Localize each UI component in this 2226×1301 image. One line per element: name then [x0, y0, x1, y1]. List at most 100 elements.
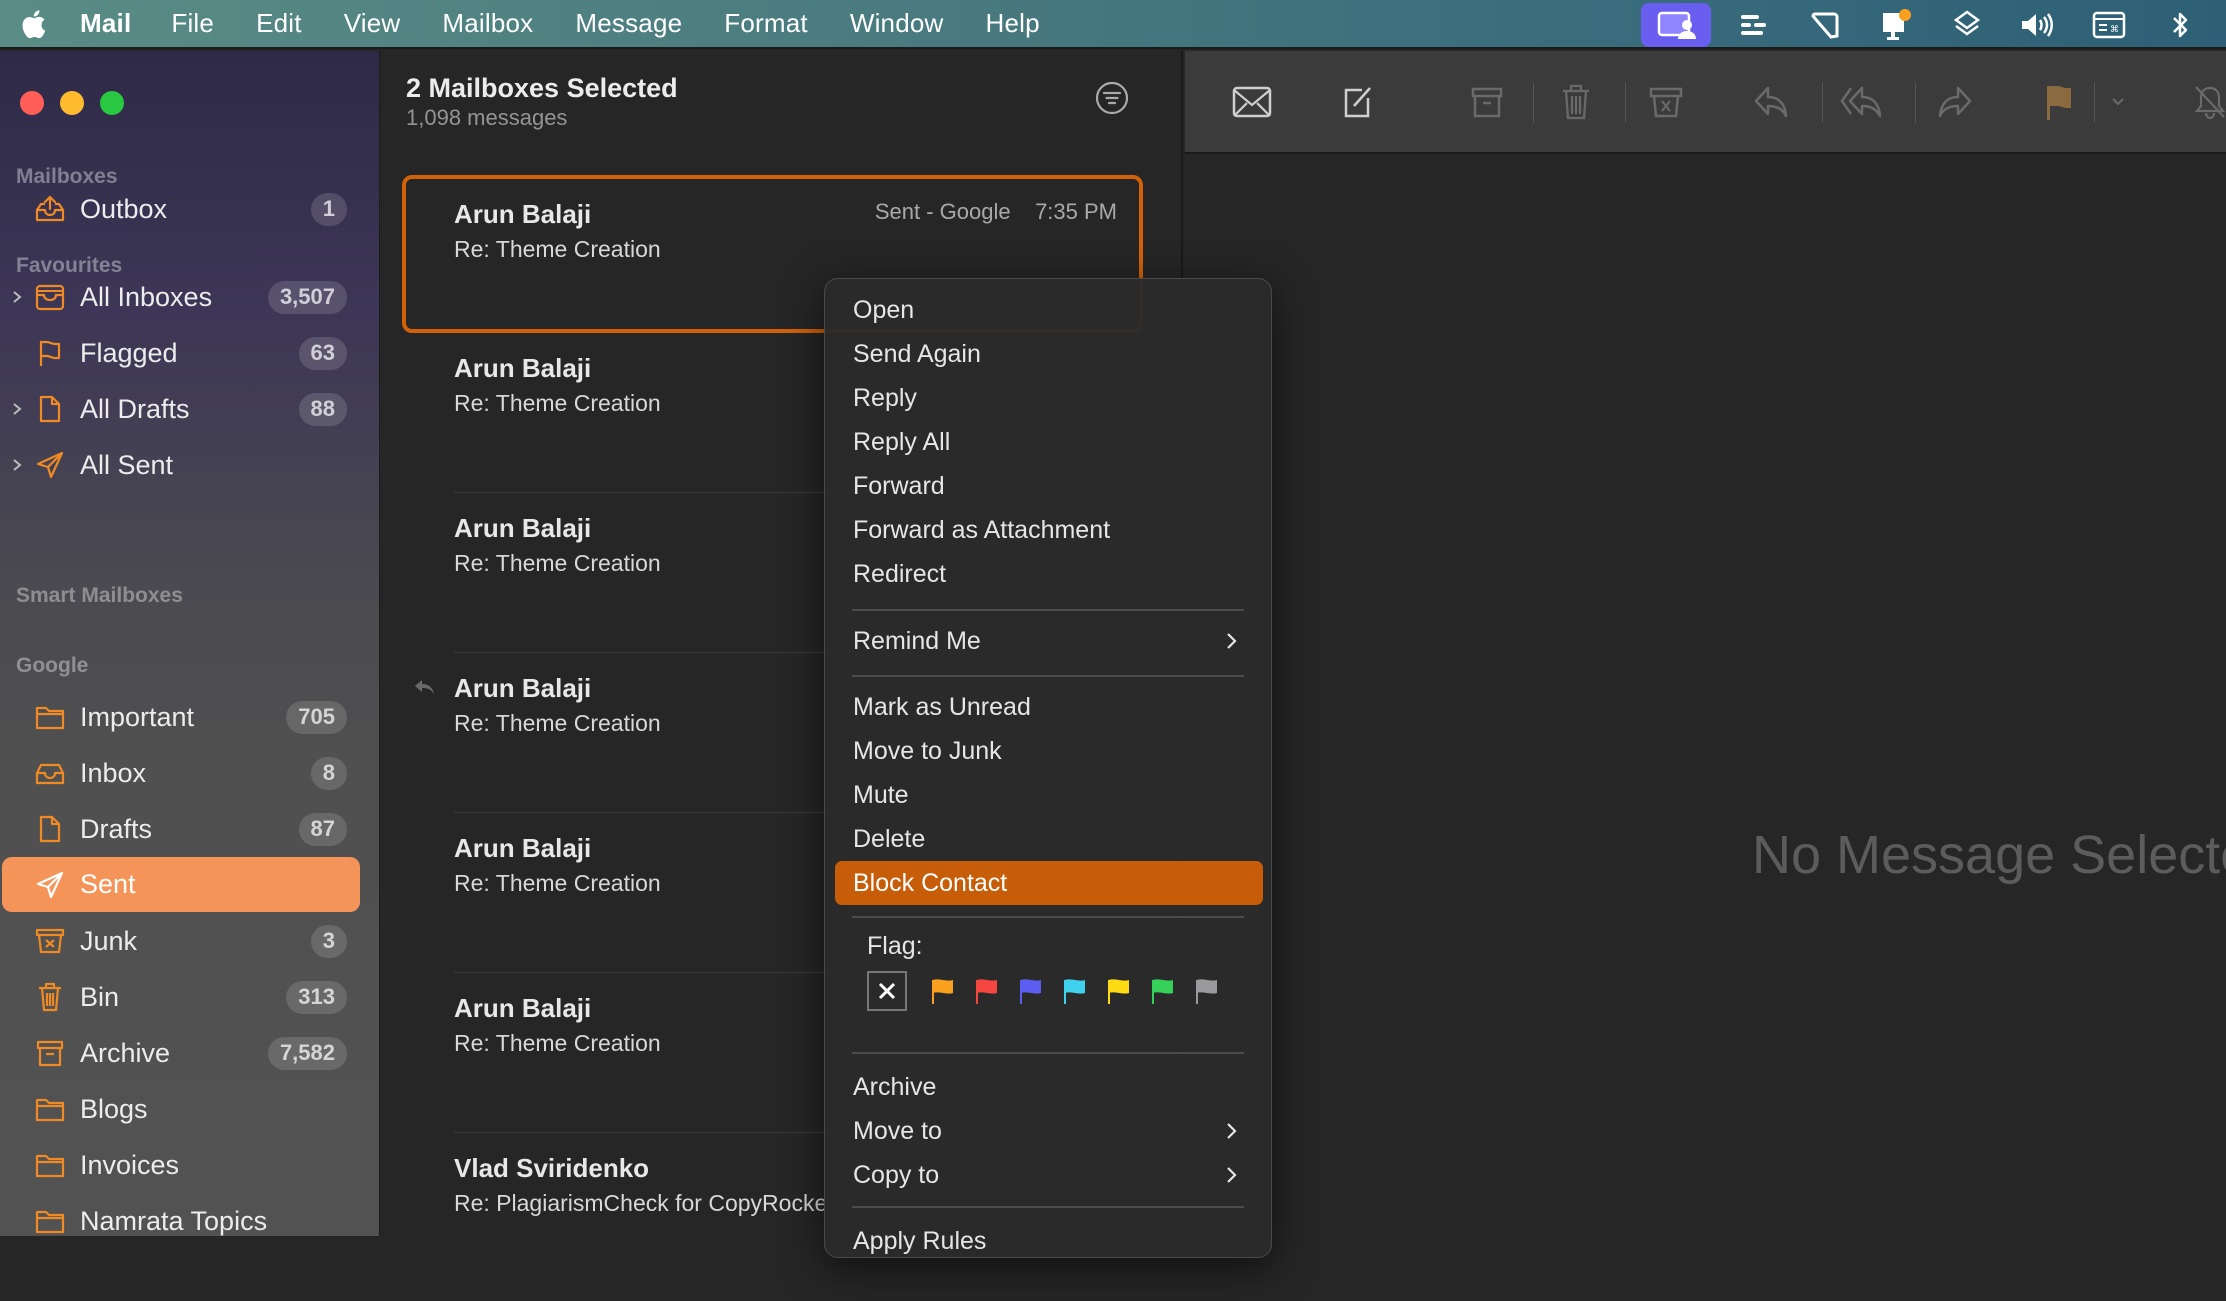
- menu-item-reply-all[interactable]: Reply All: [835, 422, 1263, 462]
- message-subject: Re: Theme Creation: [454, 870, 661, 896]
- sidebar-item-namrata-topics[interactable]: Namrata Topics: [0, 1195, 360, 1247]
- flag-gray-icon[interactable]: [1195, 978, 1219, 1004]
- sidebar-item-junk[interactable]: Junk 3: [0, 915, 360, 967]
- compose-button[interactable]: [1333, 77, 1383, 127]
- menu-item-archive[interactable]: Archive: [835, 1067, 1263, 1107]
- message-subject: Re: PlagiarismCheck for CopyRocket: [454, 1190, 824, 1216]
- sidebar-item-important[interactable]: Important 705: [0, 691, 360, 743]
- message-subject: Re: Theme Creation: [454, 1030, 661, 1056]
- menu-item-apply-rules[interactable]: Apply Rules: [835, 1221, 1263, 1257]
- menu-item-open[interactable]: Open: [835, 290, 1263, 330]
- chevron-right-icon[interactable]: [10, 402, 24, 416]
- sidebar-item-archive[interactable]: Archive 7,582: [0, 1027, 360, 1079]
- junk-button[interactable]: [1641, 77, 1691, 127]
- delete-button[interactable]: [1551, 77, 1601, 127]
- menu-item-move-to-junk[interactable]: Move to Junk: [835, 731, 1263, 771]
- section-google: Google: [16, 654, 89, 677]
- layers-icon[interactable]: [1942, 7, 1992, 43]
- sidebar-item-all-drafts[interactable]: All Drafts 88: [0, 383, 360, 435]
- menu-item-copy-to[interactable]: Copy to: [835, 1155, 1263, 1195]
- text-lines-icon[interactable]: [1729, 7, 1779, 43]
- bluetooth-icon[interactable]: [2155, 7, 2205, 43]
- flag-yellow-icon[interactable]: [1107, 978, 1131, 1004]
- menu-window[interactable]: Window: [850, 8, 944, 39]
- menu-item-block-contact[interactable]: Block Contact: [835, 861, 1263, 905]
- junk-icon: [1649, 87, 1683, 118]
- message-meta: Sent - Google 7:35 PM: [875, 199, 1117, 225]
- sidebar-item-inbox[interactable]: Inbox 8: [0, 747, 360, 799]
- menu-item-label: Mark as Unread: [853, 692, 1031, 721]
- flag-blue-icon[interactable]: [1019, 978, 1043, 1004]
- unread-badge: 3: [310, 924, 347, 958]
- menu-app-mail[interactable]: Mail: [80, 8, 131, 39]
- sticky-icon[interactable]: [1800, 7, 1850, 43]
- reply-button[interactable]: [1747, 77, 1797, 127]
- menu-item-label: Move to Junk: [853, 736, 1002, 765]
- sidebar-item-blogs[interactable]: Blogs: [0, 1083, 360, 1135]
- sidebar-item-drafts[interactable]: Drafts 87: [0, 803, 360, 855]
- clear-flag-button[interactable]: [867, 971, 907, 1011]
- get-mail-button[interactable]: [1227, 77, 1277, 127]
- menu-file[interactable]: File: [171, 8, 214, 39]
- flag-menu-button[interactable]: [2103, 77, 2133, 127]
- sidebar-item-label: Namrata Topics: [80, 1205, 268, 1236]
- menu-edit[interactable]: Edit: [256, 8, 302, 39]
- flag-green-icon[interactable]: [1151, 978, 1175, 1004]
- close-icon: [878, 982, 896, 1000]
- apple-menu-icon[interactable]: [20, 9, 46, 39]
- sidebar-item-invoices[interactable]: Invoices: [0, 1139, 360, 1191]
- menu-item-forward-as-attachment[interactable]: Forward as Attachment: [835, 510, 1263, 550]
- menu-item-move-to[interactable]: Move to: [835, 1111, 1263, 1151]
- notification-display-icon[interactable]: [1871, 7, 1921, 43]
- reply-all-button[interactable]: [1837, 77, 1887, 127]
- minimize-window-button[interactable]: [60, 91, 84, 115]
- archive-button[interactable]: [1462, 77, 1512, 127]
- sidebar-item-label: Sent: [80, 869, 136, 899]
- close-window-button[interactable]: [20, 91, 44, 115]
- chevron-right-icon[interactable]: [10, 290, 24, 304]
- flag-label: Flag:: [867, 932, 923, 960]
- menu-item-forward[interactable]: Forward: [835, 466, 1263, 506]
- sidebar-item-all-inboxes[interactable]: All Inboxes 3,507: [0, 271, 360, 323]
- keyboard-viewer-icon[interactable]: ⌘: [2084, 7, 2134, 43]
- volume-icon[interactable]: [2013, 7, 2063, 43]
- message-count: 1,098 messages: [406, 105, 568, 130]
- flag-red-icon[interactable]: [975, 978, 999, 1004]
- screen-sharing-icon[interactable]: [1641, 2, 1711, 47]
- sidebar-item-flagged[interactable]: Flagged 63: [0, 327, 360, 379]
- toolbar-separator: [2094, 83, 2095, 123]
- sidebar-item-sent[interactable]: Sent: [2, 857, 360, 912]
- message-time: 7:35 PM: [1035, 199, 1117, 224]
- sidebar-item-outbox[interactable]: Outbox 1: [0, 183, 360, 235]
- menu-item-send-again[interactable]: Send Again: [835, 334, 1263, 374]
- menu-item-remind-me[interactable]: Remind Me: [835, 621, 1263, 661]
- menu-item-reply[interactable]: Reply: [835, 378, 1263, 418]
- menu-view[interactable]: View: [344, 8, 401, 39]
- menu-item-delete[interactable]: Delete: [835, 819, 1263, 859]
- zoom-window-button[interactable]: [100, 91, 124, 115]
- menu-item-label: Block Contact: [853, 868, 1008, 897]
- menu-item-redirect[interactable]: Redirect: [835, 554, 1263, 594]
- menu-item-mute[interactable]: Mute: [835, 775, 1263, 815]
- menu-item-mark-as-unread[interactable]: Mark as Unread: [835, 687, 1263, 727]
- context-menu: Open Send Again Reply Reply All Forward …: [824, 278, 1272, 1258]
- sidebar-item-bin[interactable]: Bin 313: [0, 971, 360, 1023]
- menu-mailbox[interactable]: Mailbox: [442, 8, 533, 39]
- section-smart-mailboxes: Smart Mailboxes: [16, 584, 183, 607]
- message-row[interactable]: Vlad Sviridenko Re: PlagiarismCheck for …: [381, 1141, 824, 1301]
- flag-button[interactable]: [2034, 77, 2084, 127]
- mute-button[interactable]: [2185, 77, 2226, 127]
- menu-format[interactable]: Format: [724, 8, 808, 39]
- menu-message[interactable]: Message: [575, 8, 682, 39]
- unread-badge: 87: [298, 812, 347, 846]
- sidebar-item-all-sent[interactable]: All Sent: [0, 439, 360, 491]
- flag-cyan-icon[interactable]: [1063, 978, 1087, 1004]
- menu-help[interactable]: Help: [986, 8, 1040, 39]
- flag-orange-icon[interactable]: [931, 978, 955, 1004]
- forward-button[interactable]: [1929, 77, 1979, 127]
- unread-badge: 3,507: [267, 280, 347, 314]
- chevron-right-icon[interactable]: [10, 458, 24, 472]
- filter-button[interactable]: [1094, 80, 1130, 116]
- menu-item-label: Forward as Attachment: [853, 515, 1111, 544]
- menu-item-label: Redirect: [853, 559, 947, 588]
